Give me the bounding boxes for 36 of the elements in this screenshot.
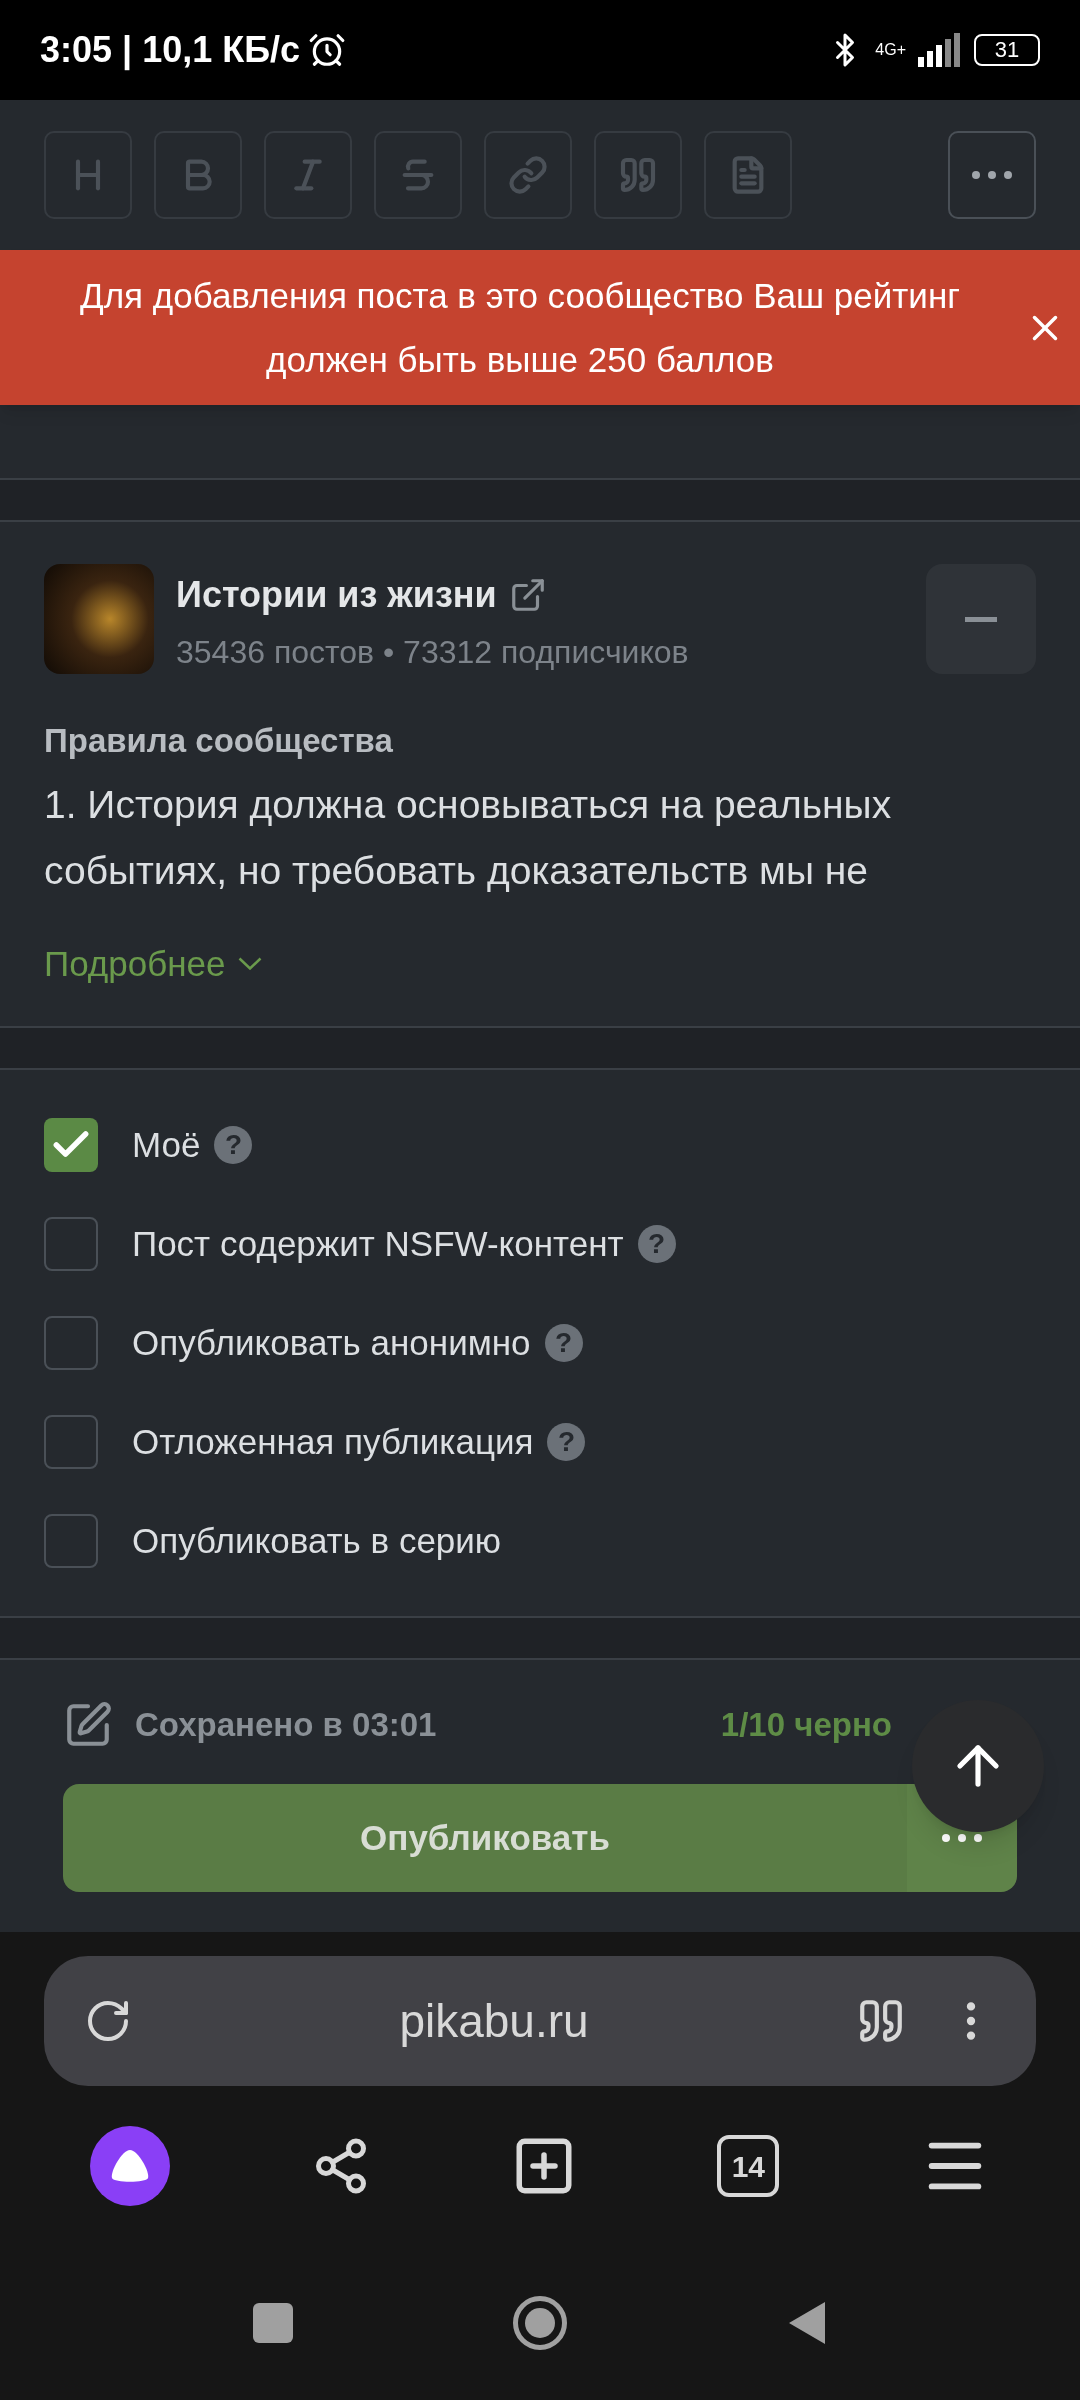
network-type: 4G+ <box>875 40 906 60</box>
checkbox[interactable] <box>44 1118 98 1172</box>
option-label[interactable]: Моё <box>132 1118 201 1172</box>
quote-icon <box>618 155 658 195</box>
checkbox[interactable] <box>44 1217 98 1271</box>
checkbox[interactable] <box>44 1316 98 1370</box>
battery-icon: 31 <box>974 34 1040 66</box>
ellipsis-icon <box>972 171 1012 179</box>
drafts-link[interactable]: 1/10 черно <box>720 1700 892 1750</box>
more-button[interactable] <box>948 131 1036 219</box>
address-bar[interactable]: pikabu.ru <box>44 1956 1036 2086</box>
checkbox[interactable] <box>44 1514 98 1568</box>
alarm-icon <box>308 31 347 69</box>
banner-message: Для добавления поста в это сообщество Ваш рейтинг должен быть выше 250 баллов <box>78 274 961 381</box>
option-label[interactable]: Опубликовать в серию <box>132 1514 502 1568</box>
back-icon[interactable] <box>787 2300 827 2346</box>
status-time: 3:05 | 10,1 КБ/с <box>40 28 301 73</box>
link-icon <box>508 155 548 195</box>
minus-icon <box>965 616 997 622</box>
option-label[interactable]: Опубликовать анонимно <box>132 1316 531 1370</box>
community-stats: 35436 постов • 73312 подписчиков <box>176 633 690 672</box>
rules-text: 1. История должна основываться на реальных <box>44 781 893 828</box>
option-label[interactable]: Отложенная публикация <box>132 1415 534 1469</box>
option-label[interactable]: Пост содержит NSFW-контент <box>132 1217 624 1271</box>
saved-status: Сохранено в 03:01 <box>135 1705 437 1746</box>
checkbox[interactable] <box>44 1415 98 1469</box>
community-name[interactable]: Истории из жизни <box>176 568 497 622</box>
url-text[interactable]: pikabu.ru <box>132 1986 856 2056</box>
more-link[interactable]: Подробнее <box>44 937 262 990</box>
home-icon[interactable] <box>513 2296 567 2350</box>
tabs-button[interactable]: 14 <box>717 2135 780 2197</box>
ellipsis-icon <box>942 1834 982 1842</box>
rules-title: Правила сообщества <box>44 721 394 761</box>
chevron-down-icon <box>237 957 262 971</box>
signal-icon <box>918 33 962 67</box>
rules-text: событиях, но требовать доказательств мы не <box>44 847 869 894</box>
